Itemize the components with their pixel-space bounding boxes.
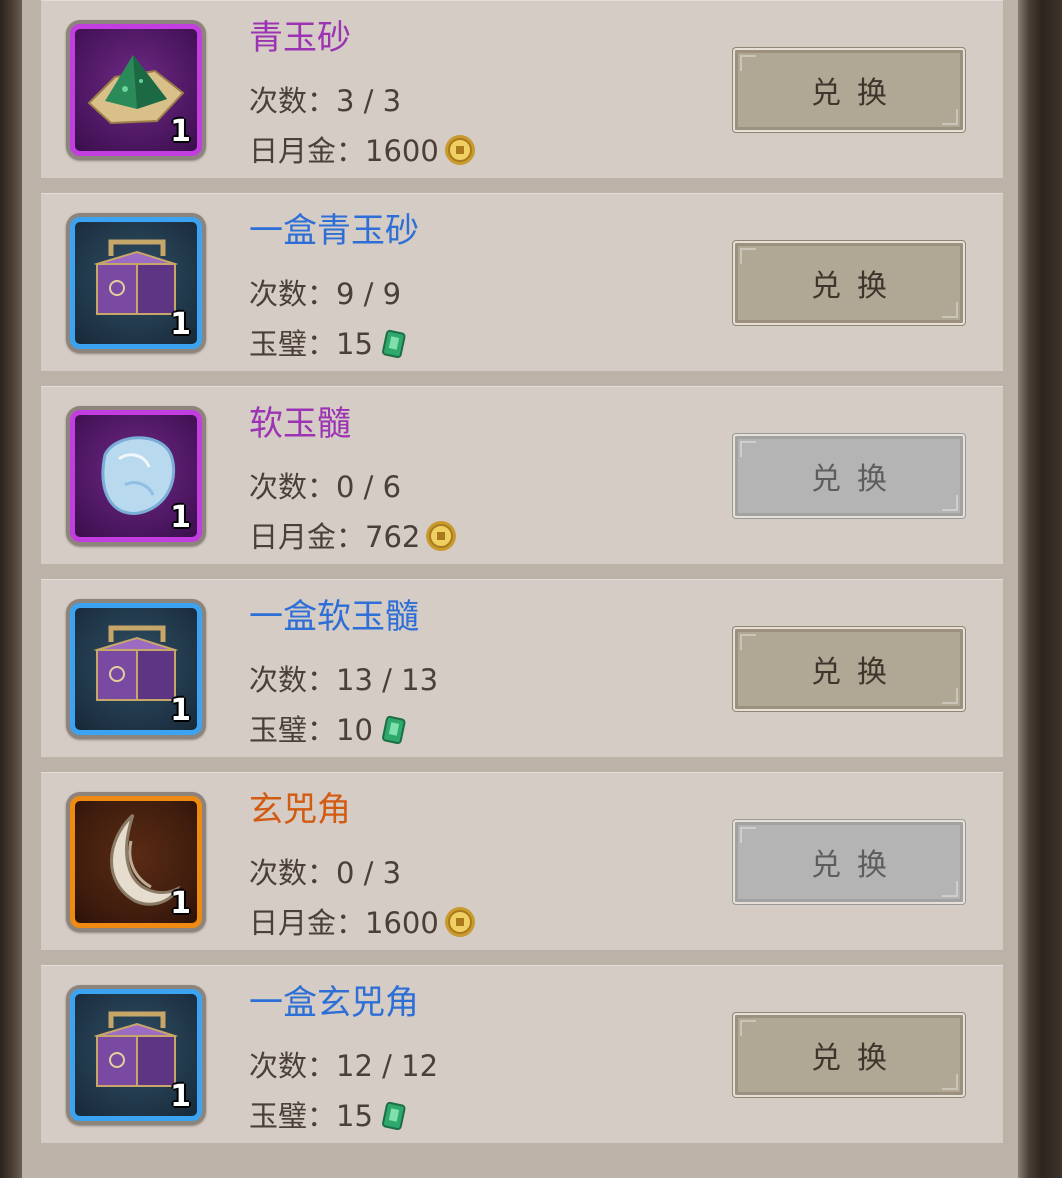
count-value: 3 / 3 [336,84,402,118]
exchange-count: 次数：0 / 6 [249,467,401,507]
currency-label: 玉璧： [249,1099,337,1133]
exchange-button[interactable]: 兑换 [733,627,965,711]
exchange-cost: 日月金：762 [249,517,458,557]
jade-bi-icon [381,1101,406,1131]
currency-label: 日月金： [249,906,366,940]
item-quantity: 1 [170,693,191,728]
count-label: 次数： [249,84,337,118]
exchange-item-row: 1 青玉砂 次数：3 / 3 日月金：1600 兑换 [41,0,1003,178]
count-label: 次数： [249,663,337,697]
item-icon-slot[interactable]: 1 [66,406,206,546]
count-value: 0 / 3 [336,856,402,890]
currency-label: 玉璧： [249,713,337,747]
currency-label: 日月金： [249,520,366,554]
exchange-cost: 日月金：1600 [249,131,477,171]
jade-bi-icon [381,715,406,745]
exchange-count: 次数：9 / 9 [249,274,401,314]
exchange-count: 次数：12 / 12 [249,1046,438,1086]
currency-label: 玉璧： [249,327,337,361]
item-quantity: 1 [170,114,191,149]
count-label: 次数： [249,1049,337,1083]
exchange-cost: 玉璧：10 [249,710,411,750]
exchange-button[interactable]: 兑换 [733,434,965,518]
exchange-item-row: 1 软玉髓 次数：0 / 6 日月金：762 兑换 [41,386,1003,564]
exchange-cost: 玉璧：15 [249,1096,411,1136]
item-quantity: 1 [170,886,191,921]
item-name: 软玉髓 [249,404,351,444]
gold-coin-icon [444,907,475,937]
price-value: 15 [336,1099,373,1133]
exchange-count: 次数：13 / 13 [249,660,438,700]
price-value: 15 [336,327,373,361]
item-icon-slot[interactable]: 1 [66,599,206,739]
exchange-item-row: 1 一盒青玉砂 次数：9 / 9 玉璧：15 兑换 [41,193,1003,371]
item-icon-slot[interactable]: 1 [66,213,206,353]
item-icon-slot[interactable]: 1 [66,985,206,1125]
count-value: 0 / 6 [336,470,402,504]
currency-label: 日月金： [249,134,366,168]
exchange-button[interactable]: 兑换 [733,820,965,904]
exchange-cost: 玉璧：15 [249,324,411,364]
item-quantity: 1 [170,500,191,535]
exchange-button[interactable]: 兑换 [733,1013,965,1097]
count-label: 次数： [249,470,337,504]
count-label: 次数： [249,277,337,311]
panel-left-border [0,0,22,1178]
item-name: 玄兕角 [249,790,351,830]
item-name: 青玉砂 [249,18,351,58]
exchange-button[interactable]: 兑换 [733,241,965,325]
item-icon-slot[interactable]: 1 [66,792,206,932]
exchange-item-row: 1 一盒软玉髓 次数：13 / 13 玉璧：10 兑换 [41,579,1003,757]
exchange-item-row: 1 一盒玄兕角 次数：12 / 12 玉璧：15 兑换 [41,965,1003,1143]
exchange-button[interactable]: 兑换 [733,48,965,132]
price-value: 1600 [365,906,439,940]
exchange-cost: 日月金：1600 [249,903,477,943]
count-value: 9 / 9 [336,277,402,311]
item-name: 一盒青玉砂 [249,211,419,251]
price-value: 1600 [365,134,439,168]
exchange-count: 次数：0 / 3 [249,853,401,893]
gold-coin-icon [426,521,457,551]
exchange-list-panel[interactable]: 1 青玉砂 次数：3 / 3 日月金：1600 兑换 1 一盒青玉砂 次数：9 … [22,0,1018,1178]
gold-coin-icon [444,135,475,165]
count-label: 次数： [249,856,337,890]
item-icon-slot[interactable]: 1 [66,20,206,160]
jade-bi-icon [381,329,406,359]
item-quantity: 1 [170,1079,191,1114]
count-value: 13 / 13 [336,663,439,697]
exchange-item-row: 1 玄兕角 次数：0 / 3 日月金：1600 兑换 [41,772,1003,950]
exchange-count: 次数：3 / 3 [249,81,401,121]
panel-right-border [1018,0,1062,1178]
item-name: 一盒玄兕角 [249,983,419,1023]
price-value: 762 [365,520,421,554]
item-quantity: 1 [170,307,191,342]
price-value: 10 [336,713,373,747]
count-value: 12 / 12 [336,1049,439,1083]
item-name: 一盒软玉髓 [249,597,419,637]
